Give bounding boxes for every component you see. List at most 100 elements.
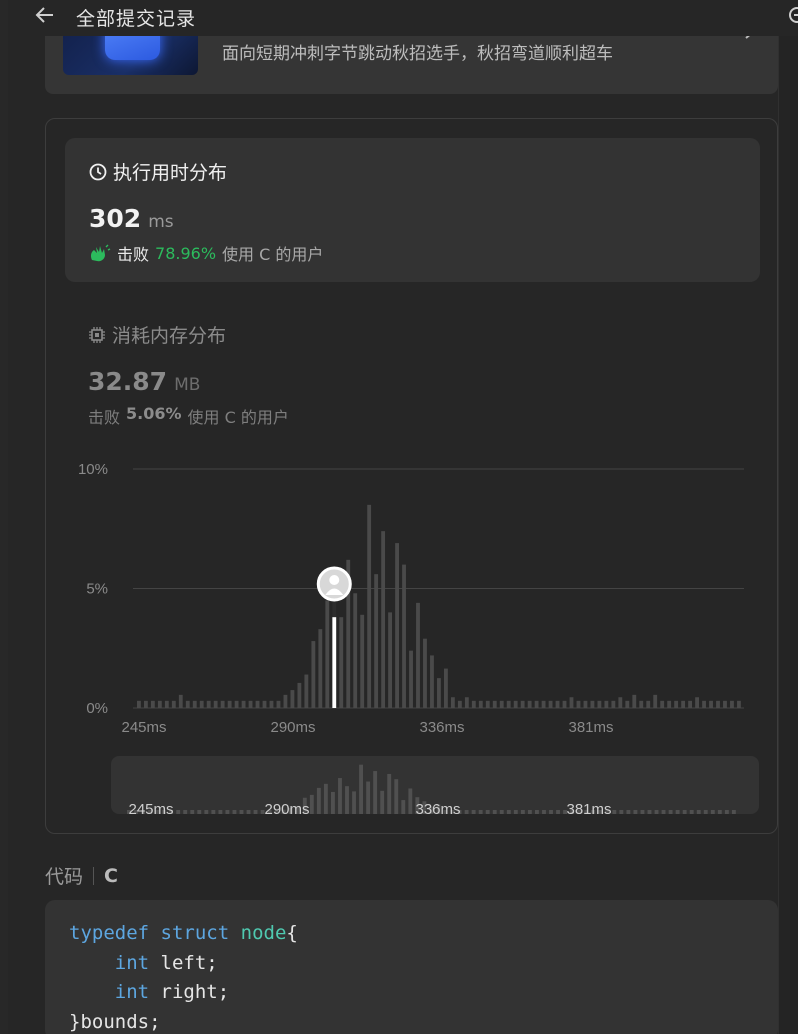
chart-bar[interactable] [639, 700, 644, 708]
chart-bar[interactable] [464, 697, 469, 708]
minimap-bar [232, 810, 237, 814]
chart-bar[interactable] [569, 697, 574, 708]
code-token: typedef [69, 922, 150, 944]
chart-bar[interactable] [520, 700, 525, 708]
chart-bar[interactable] [632, 694, 637, 708]
code-token: left; [149, 951, 218, 974]
chart-bar[interactable] [723, 700, 727, 708]
chart-bar[interactable] [492, 700, 497, 708]
chart-bar[interactable] [178, 694, 183, 708]
runtime-distribution-chart[interactable]: 10% 5% 0% 245ms 290ms 336ms 381ms 245ms 290ms 336… [46, 119, 779, 835]
chart-bar[interactable] [227, 700, 232, 708]
chart-bar[interactable] [660, 700, 665, 708]
chart-bar[interactable] [534, 700, 539, 708]
highlight-bar[interactable] [332, 617, 337, 708]
chart-bar[interactable] [709, 700, 713, 708]
chart-bar[interactable] [367, 504, 372, 708]
chart-bar[interactable] [276, 700, 281, 708]
chart-bar[interactable] [702, 700, 706, 708]
chart-bar[interactable] [506, 700, 511, 708]
chart-bar[interactable] [150, 700, 155, 708]
chart-bar[interactable] [137, 700, 141, 708]
chart-bar[interactable] [716, 700, 720, 708]
chart-bar[interactable] [171, 700, 176, 708]
chart-bar[interactable] [625, 700, 630, 708]
chart-bar[interactable] [388, 612, 393, 708]
chart-bar[interactable] [283, 694, 288, 708]
share-icon[interactable] [786, 4, 798, 26]
code-line[interactable]: typedef struct node{ [69, 919, 754, 949]
chart-bar[interactable] [339, 617, 344, 708]
chart-bar[interactable] [262, 700, 267, 708]
chart-bar[interactable] [548, 700, 553, 708]
chart-bar[interactable] [681, 700, 686, 708]
chart-bar[interactable] [611, 700, 616, 708]
chart-bar[interactable] [499, 700, 504, 708]
chart-bar[interactable] [618, 697, 623, 708]
chart-bar[interactable] [297, 682, 302, 708]
chart-bar[interactable] [241, 700, 246, 708]
chart-bar[interactable] [248, 700, 253, 708]
minimap-bar [612, 810, 617, 814]
chart-bar[interactable] [395, 543, 399, 708]
minimap-bar [373, 771, 378, 814]
chart-bar[interactable] [325, 600, 330, 708]
chart-bar[interactable] [527, 700, 532, 708]
chart-bar[interactable] [471, 700, 476, 708]
code-line[interactable]: }bounds; [69, 1008, 754, 1034]
chart-bar[interactable] [199, 700, 204, 708]
chart-bar[interactable] [311, 641, 316, 708]
chart-bar[interactable] [555, 700, 560, 708]
chart-bar[interactable] [653, 694, 658, 708]
chart-bar[interactable] [269, 700, 274, 708]
arrow-left-icon[interactable] [34, 4, 56, 26]
chart-bar[interactable] [597, 700, 602, 708]
chart-bar[interactable] [695, 697, 699, 708]
code-block[interactable]: typedef struct node{ int left; int right… [45, 900, 778, 1034]
chart-bar[interactable] [206, 700, 211, 708]
chart-bar[interactable] [437, 678, 441, 708]
chart-bar[interactable] [478, 700, 483, 708]
code-line[interactable]: int right; [69, 978, 754, 1008]
chart-bar[interactable] [381, 531, 386, 708]
scrollbar-track[interactable] [778, 0, 798, 1034]
chart-bar[interactable] [423, 638, 427, 708]
chart-bar[interactable] [590, 700, 595, 708]
chart-bar[interactable] [430, 655, 434, 708]
chart-bar[interactable] [143, 700, 148, 708]
chart-bar[interactable] [513, 700, 518, 708]
chart-bar[interactable] [737, 700, 741, 708]
chart-bar[interactable] [562, 700, 567, 708]
chart-bar[interactable] [234, 700, 239, 708]
chart-bar[interactable] [290, 690, 295, 708]
chart-bar[interactable] [374, 574, 379, 708]
chart-bar[interactable] [304, 674, 309, 708]
chart-bar[interactable] [450, 697, 455, 708]
chart-bar[interactable] [185, 700, 190, 708]
chart-bar[interactable] [353, 593, 358, 708]
chart-bar[interactable] [576, 700, 581, 708]
chart-bar[interactable] [583, 700, 588, 708]
chart-bar[interactable] [192, 700, 197, 708]
chart-bar[interactable] [646, 700, 651, 708]
chart-bar[interactable] [688, 700, 693, 708]
chart-bar[interactable] [164, 700, 169, 708]
chart-bar[interactable] [402, 564, 406, 708]
chart-bar[interactable] [157, 700, 162, 708]
chart-bar[interactable] [674, 700, 679, 708]
chart-bar[interactable] [220, 700, 225, 708]
chart-bar[interactable] [416, 602, 420, 708]
chart-bar[interactable] [409, 650, 413, 708]
chart-bar[interactable] [213, 700, 218, 708]
chart-bar[interactable] [443, 668, 448, 708]
chart-bar[interactable] [485, 700, 490, 708]
chart-bar[interactable] [667, 700, 672, 708]
chart-bar[interactable] [360, 614, 365, 708]
chart-bar[interactable] [255, 700, 260, 708]
chart-bar[interactable] [318, 629, 323, 708]
code-line[interactable]: int left; [69, 949, 754, 979]
chart-bar[interactable] [457, 700, 462, 708]
chart-bar[interactable] [541, 700, 546, 708]
chart-bar[interactable] [730, 700, 734, 708]
chart-bar[interactable] [604, 700, 609, 708]
